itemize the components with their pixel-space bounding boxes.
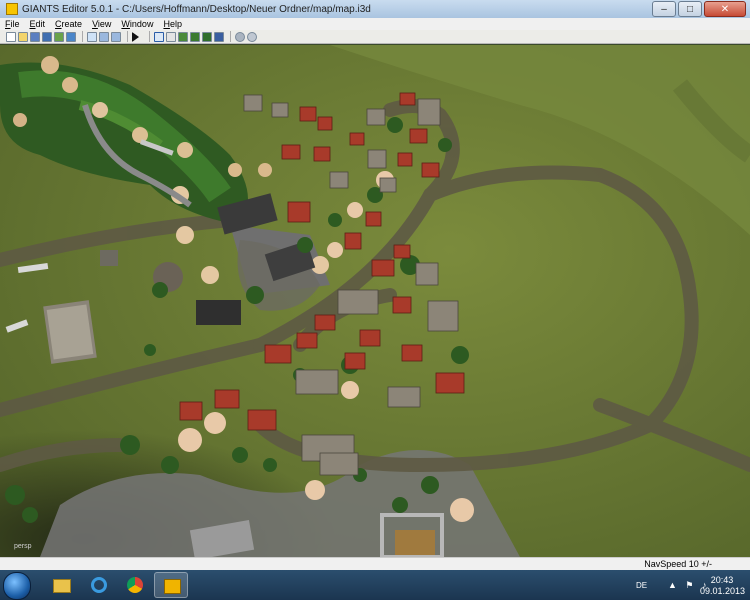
menu-edit[interactable]: Edit xyxy=(25,19,51,29)
vertex-paint-icon[interactable] xyxy=(214,31,224,42)
map-scene xyxy=(0,45,750,557)
toolbar-separator xyxy=(149,31,150,42)
menu-create[interactable]: Create xyxy=(50,19,87,29)
open-file-icon[interactable] xyxy=(18,31,28,42)
windows-taskbar: DE ▲ ⚑ ♪ 20:43 09.01.2013 xyxy=(0,570,750,600)
window-title: GIANTS Editor 5.0.1 - C:/Users/Hoffmann/… xyxy=(22,3,371,15)
save-icon[interactable] xyxy=(30,31,40,42)
settings-icon[interactable] xyxy=(235,31,245,42)
toolbar-separator xyxy=(230,31,231,42)
menu-window-mnemonic: W xyxy=(121,19,130,29)
new-file-icon[interactable] xyxy=(6,31,16,42)
minimize-button[interactable]: – xyxy=(652,1,676,17)
redo-icon[interactable] xyxy=(111,31,121,42)
toolbar-separator xyxy=(82,31,83,42)
clock-date[interactable]: 09.01.2013 xyxy=(700,586,745,596)
import-icon[interactable] xyxy=(54,31,64,42)
internet-explorer-icon xyxy=(91,577,107,593)
menu-file[interactable]: File xyxy=(0,19,25,29)
giants-app-icon xyxy=(6,3,18,15)
3d-viewport[interactable]: persp xyxy=(0,45,750,557)
giants-editor-icon xyxy=(164,579,181,594)
status-bar: NavSpeed 10 +/- xyxy=(0,557,750,570)
menu-view-label: iew xyxy=(97,19,112,29)
nav-speed-indicator: NavSpeed 10 +/- xyxy=(644,559,712,569)
menu-file-label: ile xyxy=(10,19,20,29)
foliage-paint-icon[interactable] xyxy=(202,31,212,42)
select-tool-icon[interactable] xyxy=(154,31,164,42)
toolbar xyxy=(0,30,750,44)
chrome-icon xyxy=(127,577,143,593)
menu-edit-label: dit xyxy=(35,19,46,29)
start-button[interactable] xyxy=(3,572,31,600)
undo-icon[interactable] xyxy=(99,31,109,42)
toolbar-separator xyxy=(127,31,128,42)
export-icon[interactable] xyxy=(66,31,76,42)
windows-explorer-button[interactable] xyxy=(44,572,78,598)
maximize-button[interactable]: □ xyxy=(678,1,702,17)
find-icon[interactable] xyxy=(247,31,257,42)
giants-editor-button[interactable] xyxy=(154,572,188,598)
terrain-paint-icon[interactable] xyxy=(190,31,200,42)
internet-explorer-button[interactable] xyxy=(82,572,116,598)
camera-label: persp xyxy=(14,543,32,550)
menu-window[interactable]: Window xyxy=(116,19,158,29)
menu-bar: File Edit Create View Window Help xyxy=(0,18,750,30)
menu-window-label: indow xyxy=(129,19,154,29)
play-icon[interactable] xyxy=(132,31,139,42)
menu-view[interactable]: View xyxy=(87,19,116,29)
refresh-icon[interactable] xyxy=(87,31,97,42)
window-titlebar[interactable]: GIANTS Editor 5.0.1 - C:/Users/Hoffmann/… xyxy=(0,0,750,18)
close-button[interactable]: ✕ xyxy=(704,1,746,17)
menu-create-label: reate xyxy=(61,19,83,29)
chrome-button[interactable] xyxy=(118,572,152,598)
move-tool-icon[interactable] xyxy=(166,31,176,42)
clock-time[interactable]: 20:43 xyxy=(700,575,744,585)
menu-help[interactable]: Help xyxy=(158,19,187,29)
folder-icon xyxy=(53,579,71,593)
menu-help-label: elp xyxy=(169,19,182,29)
language-indicator[interactable]: DE xyxy=(636,581,647,590)
terrain-sculpt-icon[interactable] xyxy=(178,31,188,42)
save-as-icon[interactable] xyxy=(42,31,52,42)
